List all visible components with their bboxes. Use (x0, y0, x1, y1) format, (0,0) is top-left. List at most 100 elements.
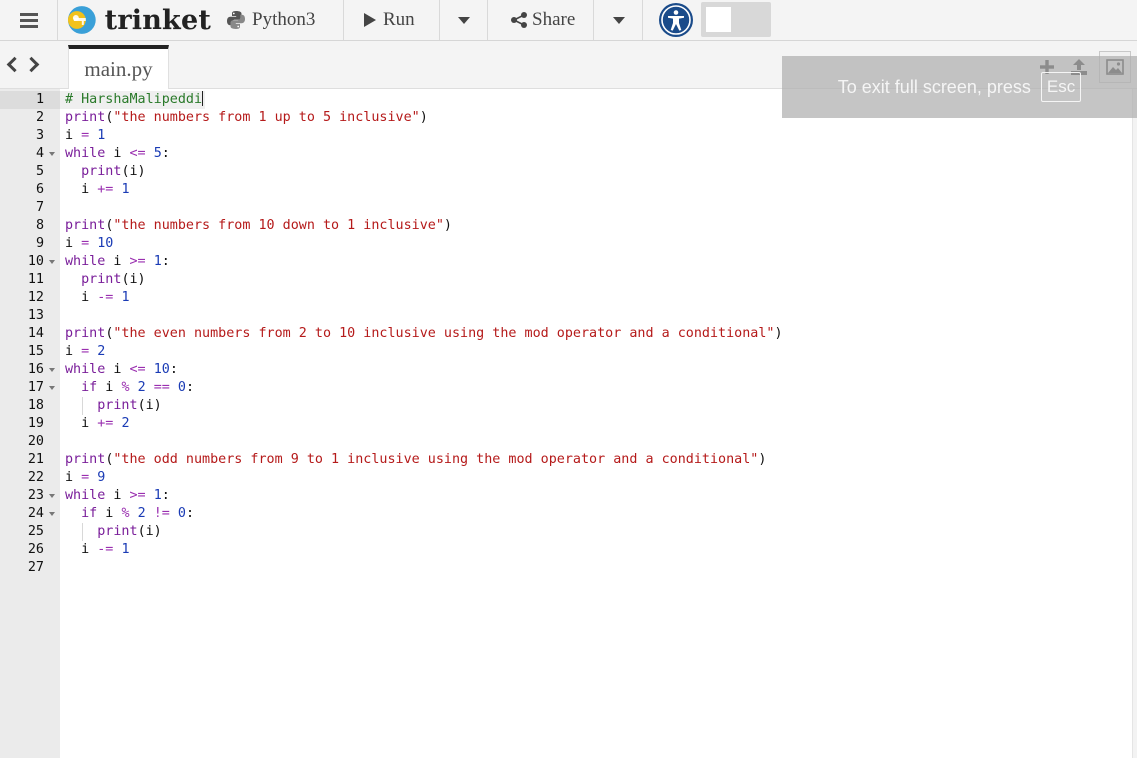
accessibility-button[interactable] (657, 0, 695, 40)
code-token: 1 (97, 128, 106, 143)
code-line[interactable]: print("the even numbers from 2 to 10 inc… (60, 325, 783, 343)
code-token: -= (97, 290, 114, 305)
code-line[interactable]: i -= 1 (60, 541, 129, 559)
code-line[interactable]: i = 9 (60, 469, 105, 487)
code-token: i (97, 380, 122, 395)
fold-arrow-icon[interactable] (49, 260, 55, 264)
code-line[interactable]: print("the odd numbers from 9 to 1 inclu… (60, 451, 766, 469)
code-line[interactable]: i = 1 (60, 127, 105, 145)
line-number: 20 (0, 433, 60, 451)
fold-arrow-icon[interactable] (49, 494, 55, 498)
code-line[interactable]: while i >= 1: (60, 487, 170, 505)
tab-main-py[interactable]: main.py (68, 45, 169, 89)
line-number-label: 22 (27, 470, 44, 485)
code-token: print (65, 326, 106, 341)
code-line[interactable]: print("the numbers from 10 down to 1 inc… (60, 217, 452, 235)
code-token: (i) (137, 398, 162, 413)
code-line[interactable]: print(i) (60, 163, 146, 181)
code-line[interactable] (60, 307, 65, 325)
chevron-right-icon[interactable] (23, 56, 40, 73)
code-line[interactable]: i = 10 (60, 235, 113, 253)
code-token: = (81, 236, 90, 251)
code-line[interactable]: print(i) (60, 271, 146, 289)
code-token: 2 (137, 380, 146, 395)
share-options-dropdown[interactable] (595, 0, 643, 40)
line-number: 8 (0, 217, 60, 235)
line-number-label: 18 (27, 398, 44, 413)
code-line[interactable] (60, 433, 65, 451)
code-line[interactable]: print(i) (60, 523, 162, 541)
code-token: 10 (153, 362, 170, 377)
line-number-label: 24 (27, 506, 44, 521)
code-token: i (65, 416, 98, 431)
brand-logo[interactable]: trinket (63, 0, 211, 40)
code-token: while (65, 362, 106, 377)
editor-scrollbar[interactable] (1132, 89, 1137, 758)
python-icon (227, 11, 245, 29)
line-number-label: 9 (35, 236, 44, 251)
line-number-label: 1 (35, 92, 44, 107)
code-editor[interactable]: # HarshaMalipeddi print("the numbers from… (60, 89, 1132, 758)
line-number: 25 (0, 523, 60, 541)
code-line[interactable]: i = 2 (60, 343, 105, 361)
code-token: i (65, 344, 82, 359)
line-number-label: 15 (27, 344, 44, 359)
indent-guide (82, 397, 83, 415)
line-number-label: 5 (35, 164, 44, 179)
chevron-left-icon[interactable] (6, 56, 23, 73)
code-line[interactable]: if i % 2 != 0: (60, 505, 194, 523)
share-icon (511, 12, 527, 28)
code-token: i (65, 182, 98, 197)
menu-button[interactable] (0, 0, 58, 40)
code-line[interactable]: while i >= 1: (60, 253, 170, 271)
code-token: print (65, 218, 106, 233)
language-selector[interactable]: Python3 (226, 0, 344, 40)
code-line[interactable] (60, 199, 65, 217)
display-toggle[interactable] (701, 2, 771, 37)
code-token: 1 (153, 488, 162, 503)
code-token: while (65, 488, 106, 503)
code-line[interactable] (60, 559, 65, 577)
code-line[interactable]: # HarshaMalipeddi (60, 91, 205, 109)
code-token: : (161, 146, 170, 161)
code-line[interactable]: while i <= 10: (60, 361, 178, 379)
toggle-knob (706, 7, 731, 32)
code-line[interactable]: i += 1 (60, 181, 129, 199)
code-token: -= (97, 542, 114, 557)
code-token: 0 (177, 506, 186, 521)
code-token: 5 (153, 146, 162, 161)
share-button[interactable]: Share (490, 0, 594, 40)
code-token: += (97, 182, 114, 197)
code-token: (i) (121, 164, 146, 179)
line-number-label: 27 (27, 560, 44, 575)
code-line[interactable]: print(i) (60, 397, 162, 415)
run-options-dropdown[interactable] (440, 0, 488, 40)
code-token: = (81, 470, 90, 485)
run-button[interactable]: Run (345, 0, 440, 40)
fold-arrow-icon[interactable] (49, 386, 55, 390)
code-line[interactable]: print("the numbers from 1 up to 5 inclus… (60, 109, 428, 127)
code-token: ) (443, 218, 452, 233)
code-token: = (81, 344, 90, 359)
code-line[interactable]: i -= 1 (60, 289, 129, 307)
code-token: 2 (121, 416, 130, 431)
code-line[interactable]: i += 2 (60, 415, 130, 433)
code-token: 9 (97, 470, 106, 485)
fold-arrow-icon[interactable] (49, 512, 55, 516)
line-number-label: 11 (27, 272, 44, 287)
fold-arrow-icon[interactable] (49, 152, 55, 156)
code-token: print (65, 110, 106, 125)
code-line[interactable]: if i % 2 == 0: (60, 379, 194, 397)
code-line[interactable]: while i <= 5: (60, 145, 170, 163)
line-number: 3 (0, 127, 60, 145)
fold-arrow-icon[interactable] (49, 368, 55, 372)
line-number-label: 20 (27, 434, 44, 449)
fullscreen-exit-notice: To exit full screen, press Esc (782, 56, 1137, 118)
line-number-gutter: 1 2 3 4 5 6 7 8 9 10 11 12 13 14 15 16 17 18 19 20 21 22 23 24 2… (0, 89, 60, 758)
code-token: i (65, 542, 98, 557)
